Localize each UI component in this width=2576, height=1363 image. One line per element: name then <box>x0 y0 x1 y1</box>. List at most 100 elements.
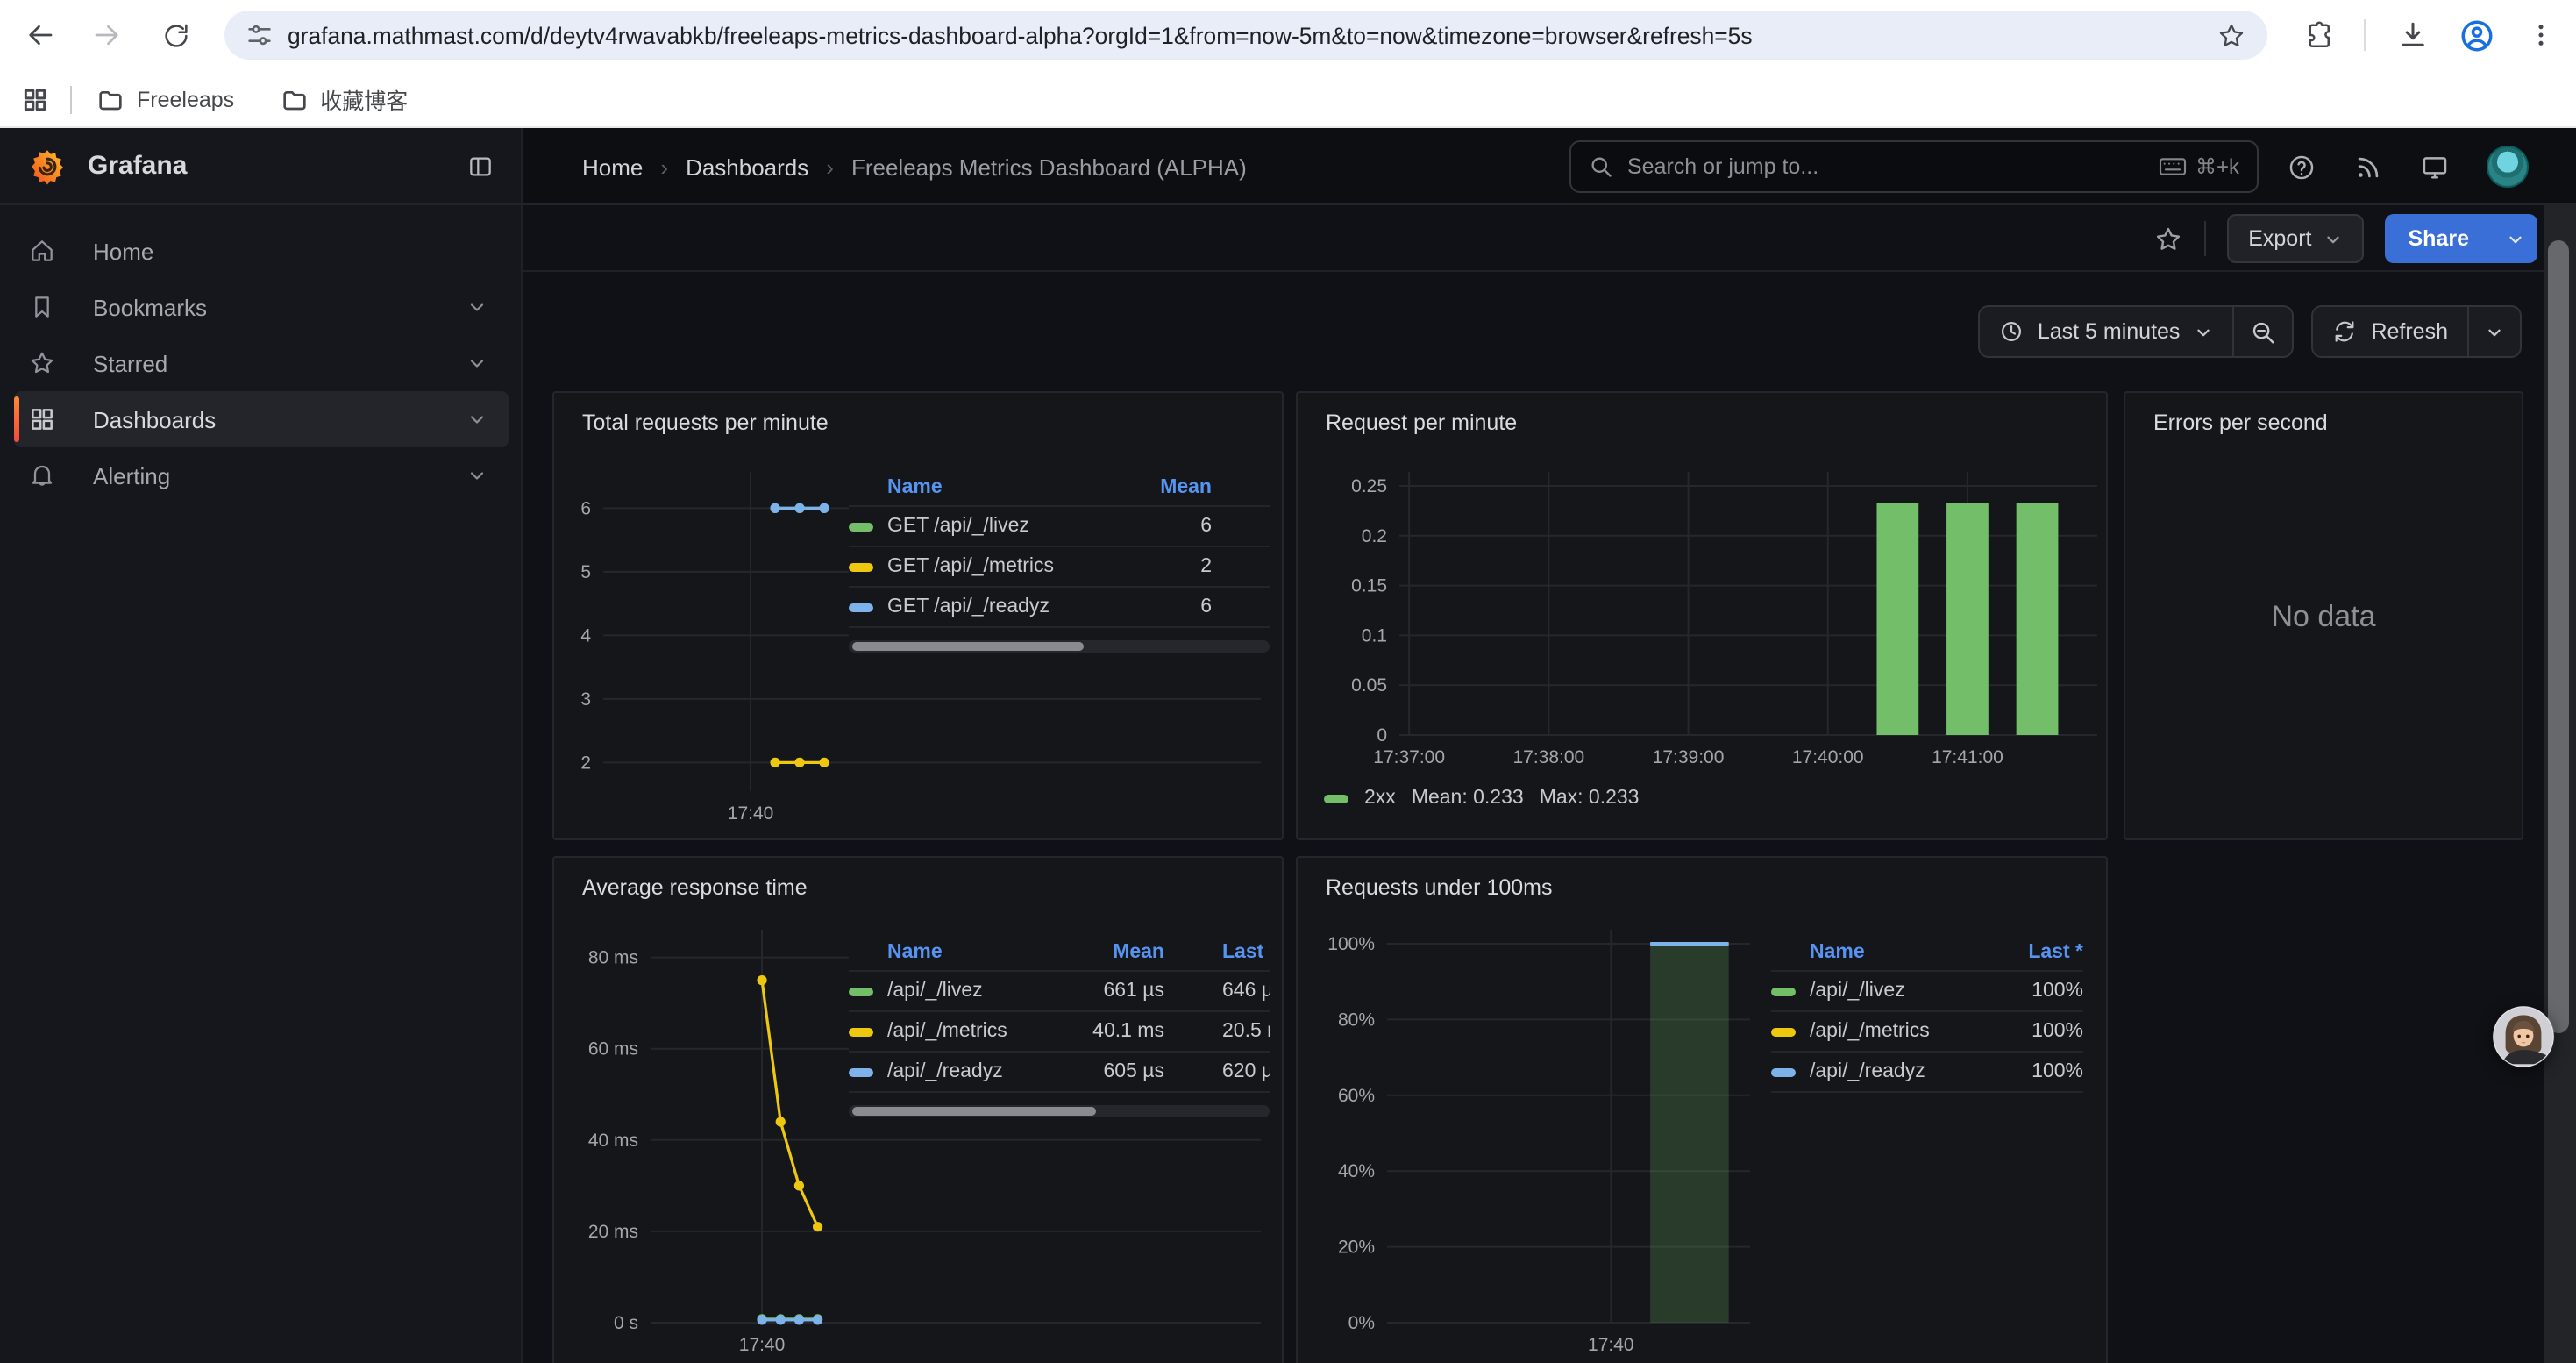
svg-text:60 ms: 60 ms <box>588 1039 638 1060</box>
no-data-message: No data <box>2125 600 2522 635</box>
sidebar-item-label: Alerting <box>93 462 466 489</box>
legend-row[interactable]: 2xx Mean: 0.233 Max: 0.233 <box>1324 788 1640 809</box>
legend-col-mean[interactable]: Mean <box>1059 942 1164 963</box>
sidebar-item-label: Dashboards <box>93 406 466 432</box>
svg-text:0 s: 0 s <box>614 1313 638 1333</box>
clock-icon <box>1999 319 2024 344</box>
series-color-pill <box>1771 1067 1796 1076</box>
chevron-down-icon[interactable] <box>466 465 487 486</box>
bookmark-star-icon[interactable] <box>2217 20 2246 50</box>
panel-requests-under-100ms: Requests under 100ms 0%20%40%60%80%100%1… <box>1296 856 2108 1363</box>
legend-col-last[interactable]: Last * <box>1222 942 1270 963</box>
url-text[interactable]: grafana.mathmast.com/d/deytv4rwavabkb/fr… <box>288 22 2217 48</box>
zoom-out-button[interactable] <box>2234 307 2292 356</box>
sidebar-nav: Home Bookmarks Starred <box>0 223 523 503</box>
panel-average-response-time: Average response time 0 s20 ms40 ms60 ms… <box>552 856 1284 1363</box>
panel-errors-per-second: Errors per second No data <box>2124 391 2523 840</box>
svg-text:4: 4 <box>580 625 591 646</box>
breadcrumb-dashboards[interactable]: Dashboards <box>686 153 808 180</box>
svg-text:17:38:00: 17:38:00 <box>1512 747 1584 767</box>
share-menu-button[interactable] <box>2492 214 2537 263</box>
legend-row[interactable]: /api/_/readyz 605 µs 620 µs <box>849 1053 1270 1093</box>
apps-grid-icon[interactable] <box>21 85 49 113</box>
legend-col-mean[interactable]: Mean <box>1107 477 1212 498</box>
sidebar-item-label: Bookmarks <box>93 294 466 320</box>
svg-text:17:37:00: 17:37:00 <box>1373 747 1445 767</box>
panel-request-per-minute: Request per minute 00.050.10.150.20.2517… <box>1296 391 2108 840</box>
browser-menu-icon[interactable] <box>2520 14 2562 56</box>
user-avatar[interactable] <box>2487 146 2529 188</box>
extensions-icon[interactable] <box>2299 14 2341 56</box>
scrollbar-thumb[interactable] <box>2548 240 2569 1033</box>
grafana-logo[interactable] <box>28 146 67 185</box>
search-input[interactable]: Search or jump to... ⌘+k <box>1569 140 2259 193</box>
chevron-down-icon[interactable] <box>466 296 487 318</box>
chevron-down-icon[interactable] <box>466 353 487 374</box>
legend-col-name[interactable]: Name <box>849 477 1107 498</box>
svg-text:17:40: 17:40 <box>1588 1335 1634 1355</box>
chevron-down-icon[interactable] <box>466 409 487 430</box>
chevron-down-icon <box>2485 322 2504 341</box>
refresh-label: Refresh <box>2371 319 2448 344</box>
refresh-interval-button[interactable] <box>2469 307 2520 356</box>
floating-assistant-avatar[interactable] <box>2492 1005 2555 1068</box>
share-button[interactable]: Share <box>2386 214 2493 263</box>
download-icon[interactable] <box>2392 14 2434 56</box>
legend-row[interactable]: GET /api/_/metrics 2 <box>849 547 1270 588</box>
toolbar-divider <box>2364 19 2366 51</box>
search-shortcut: ⌘+k <box>2159 154 2239 179</box>
back-icon[interactable] <box>19 14 61 56</box>
forward-icon[interactable] <box>86 14 128 56</box>
legend-col-name[interactable]: Name <box>1771 942 2003 963</box>
legend-row[interactable]: /api/_/livez 661 µs 646 µs <box>849 972 1270 1012</box>
help-icon[interactable] <box>2287 152 2316 182</box>
star-dashboard-icon[interactable] <box>2153 224 2183 253</box>
breadcrumb-home[interactable]: Home <box>582 153 643 180</box>
sidebar-item-bookmarks[interactable]: Bookmarks <box>14 279 509 335</box>
legend-row[interactable]: /api/_/metrics 100% <box>1771 1012 2083 1053</box>
legend-col-last[interactable]: Last * <box>2003 942 2083 963</box>
sidebar-item-starred[interactable]: Starred <box>14 335 509 391</box>
profile-icon[interactable] <box>2455 14 2497 56</box>
svg-text:17:41:00: 17:41:00 <box>1932 747 2003 767</box>
sidebar-item-dashboards[interactable]: Dashboards <box>14 391 509 447</box>
screen: grafana.mathmast.com/d/deytv4rwavabkb/fr… <box>0 0 2576 1363</box>
legend-col-name[interactable]: Name <box>849 942 1059 963</box>
svg-text:17:40:00: 17:40:00 <box>1792 747 1864 767</box>
site-controls-icon[interactable] <box>246 21 274 49</box>
requests-under-100ms-chart: 0%20%40%60%80%100%17:40 <box>1298 858 2110 1363</box>
news-rss-icon[interactable] <box>2353 152 2383 182</box>
product-name: Grafana <box>88 151 466 181</box>
legend-row[interactable]: /api/_/readyz 100% <box>1771 1053 2083 1093</box>
sidebar-item-home[interactable]: Home <box>14 223 509 279</box>
legend-row[interactable]: GET /api/_/readyz 6 <box>849 588 1270 628</box>
sidebar-item-alerting[interactable]: Alerting <box>14 447 509 503</box>
legend-row[interactable]: GET /api/_/livez 6 <box>849 507 1270 547</box>
refresh-button[interactable]: Refresh <box>2313 307 2467 356</box>
bookmark-folder-blogs[interactable]: 收藏博客 <box>280 82 408 116</box>
reload-icon[interactable] <box>154 14 196 56</box>
legend-row[interactable]: /api/_/metrics 40.1 ms 20.5 ms <box>849 1012 1270 1053</box>
monitor-icon[interactable] <box>2420 152 2450 182</box>
svg-text:0.15: 0.15 <box>1351 576 1387 596</box>
export-button[interactable]: Export <box>2227 214 2364 263</box>
breadcrumb-separator: › <box>660 153 668 180</box>
bookmarks-bar: Freeleaps 收藏博客 <box>0 72 2576 128</box>
page-scrollbar[interactable] <box>2544 205 2576 1363</box>
grafana-app: Grafana Home Bookmarks <box>0 128 2576 1363</box>
svg-text:0: 0 <box>1377 725 1387 746</box>
svg-text:6: 6 <box>580 498 591 518</box>
dock-menu-icon[interactable] <box>466 152 495 180</box>
legend-row[interactable]: /api/_/livez 100% <box>1771 972 2083 1012</box>
panel-total-requests-per-minute: Total requests per minute 2345617:40 Nam… <box>552 391 1284 840</box>
url-bar[interactable]: grafana.mathmast.com/d/deytv4rwavabkb/fr… <box>224 11 2267 60</box>
dashboards-icon <box>28 405 56 433</box>
legend-scrollbar[interactable] <box>849 640 1270 653</box>
legend-scrollbar[interactable] <box>849 1105 1270 1117</box>
time-range-picker[interactable]: Last 5 minutes <box>1980 307 2233 356</box>
series-color-pill <box>849 603 873 611</box>
panel-title[interactable]: Errors per second <box>2153 410 2328 435</box>
bell-icon <box>28 461 56 489</box>
bookmark-folder-freeleaps[interactable]: Freeleaps <box>96 85 234 113</box>
search-placeholder: Search or jump to... <box>1627 154 2159 179</box>
